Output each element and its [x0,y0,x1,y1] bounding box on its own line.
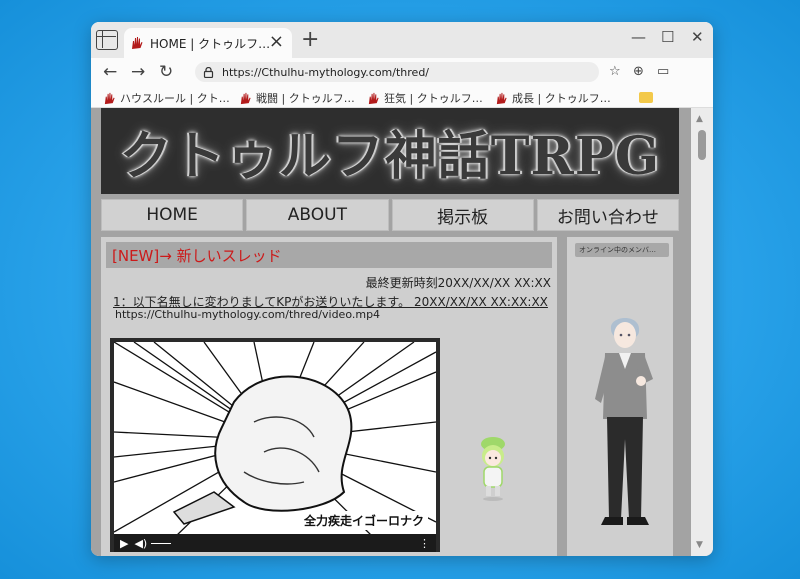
hand-favicon-icon [368,92,379,104]
hand-favicon-icon [240,92,251,104]
bookmark-item[interactable]: 成長 | クトゥルフ… [495,90,611,106]
thread-title[interactable]: [NEW]→ 新しいスレッド [106,242,552,268]
extensions-icon[interactable]: ⊕ [633,64,644,79]
new-tab-icon[interactable]: + [301,28,319,52]
nav-board[interactable]: 掲示板 [391,199,534,231]
tab-bar: HOME | クトゥルフ… × + — ☐ ✕ [91,22,713,58]
video-controls: ▶ ◀) ⋮ [114,534,436,552]
online-members-label: オンライン中のメンバ… [575,243,669,257]
scroll-up-icon[interactable]: ▲ [696,114,703,124]
site-nav: HOME ABOUT 掲示板 お問い合わせ [101,199,679,231]
address-bar[interactable]: https://Cthulhu-mythology.com/thred/ [195,62,599,82]
last-updated: 最終更新時刻20XX/XX/XX XX:XX [365,276,551,290]
bookmarks-bar: ハウスルール | クト… 戦闘 | クトゥルフ… 狂気 | クトゥルフ… 成長 … [91,88,713,108]
nav-about[interactable]: ABOUT [246,199,389,231]
maximize-icon[interactable]: ☐ [661,28,674,46]
bookmark-label: 成長 | クトゥルフ… [512,92,611,105]
play-icon[interactable]: ▶ [120,537,128,550]
bookmark-label: 狂気 | クトゥルフ… [384,92,483,105]
tab-title: HOME | クトゥルフ… [150,36,270,51]
bookmark-label: 戦闘 | クトゥルフ… [256,92,355,105]
favorite-add-icon[interactable]: ☆ [609,64,621,79]
volume-slider[interactable] [151,543,172,544]
refresh-icon[interactable]: ↻ [159,62,173,82]
tab-close-icon[interactable]: × [269,33,284,51]
video-player[interactable]: 全力疾走イゴーロナク ▶ ◀) ⋮ [110,338,440,552]
thread-panel: [NEW]→ 新しいスレッド 最終更新時刻20XX/XX/XX XX:XX 1：… [101,237,557,556]
toolbar: ← → ↻ https://Cthulhu-mythology.com/thre… [91,58,713,88]
scroll-thumb[interactable] [698,130,706,160]
more-options-icon[interactable]: ⋮ [419,537,430,550]
tab-actions-icon[interactable] [96,30,118,50]
video-frame-illustration [114,342,436,538]
bookmark-label: ハウスルール | クト… [120,92,230,105]
back-icon[interactable]: ← [103,62,117,82]
chibi-character-image [481,437,505,501]
hand-favicon-icon [132,37,143,49]
bookmark-item[interactable]: ハウスルール | クト… [103,90,230,106]
volume-icon[interactable]: ◀) [134,537,147,550]
lock-icon [203,66,214,78]
page-viewport: クトゥルフ神話TRPG HOME ABOUT 掲示板 お問い合わせ [NEW]→… [91,108,713,556]
tab-active[interactable]: HOME | クトゥルフ… × [124,28,292,58]
scroll-down-icon[interactable]: ▼ [696,540,703,550]
minimize-icon[interactable]: — [631,28,646,46]
character-image [595,318,653,525]
video-caption: 全力疾走イゴーロナク [299,511,428,530]
nav-home[interactable]: HOME [101,199,244,231]
hand-favicon-icon [104,92,115,104]
post-url: https://Cthulhu-mythology.com/thred/vide… [115,308,381,321]
folder-icon[interactable] [639,92,653,103]
close-window-icon[interactable]: ✕ [691,28,704,46]
page-scrollbar[interactable]: ▲ ▼ [691,108,713,556]
browser-window: HOME | クトゥルフ… × + — ☐ ✕ ← → ↻ https://Ct… [91,22,713,556]
sidebar-panel: オンライン中のメンバ… [567,237,673,556]
forward-icon[interactable]: → [131,62,145,82]
hand-favicon-icon [496,92,507,104]
collections-icon[interactable]: ▭ [657,64,669,79]
site-banner: クトゥルフ神話TRPG [101,108,679,194]
bookmark-item[interactable]: 戦闘 | クトゥルフ… [239,90,355,106]
url-text: https://Cthulhu-mythology.com/thred/ [222,65,430,79]
bookmark-item[interactable]: 狂気 | クトゥルフ… [367,90,483,106]
banner-title: クトゥルフ神話TRPG [119,125,661,187]
nav-contact[interactable]: お問い合わせ [536,199,679,231]
